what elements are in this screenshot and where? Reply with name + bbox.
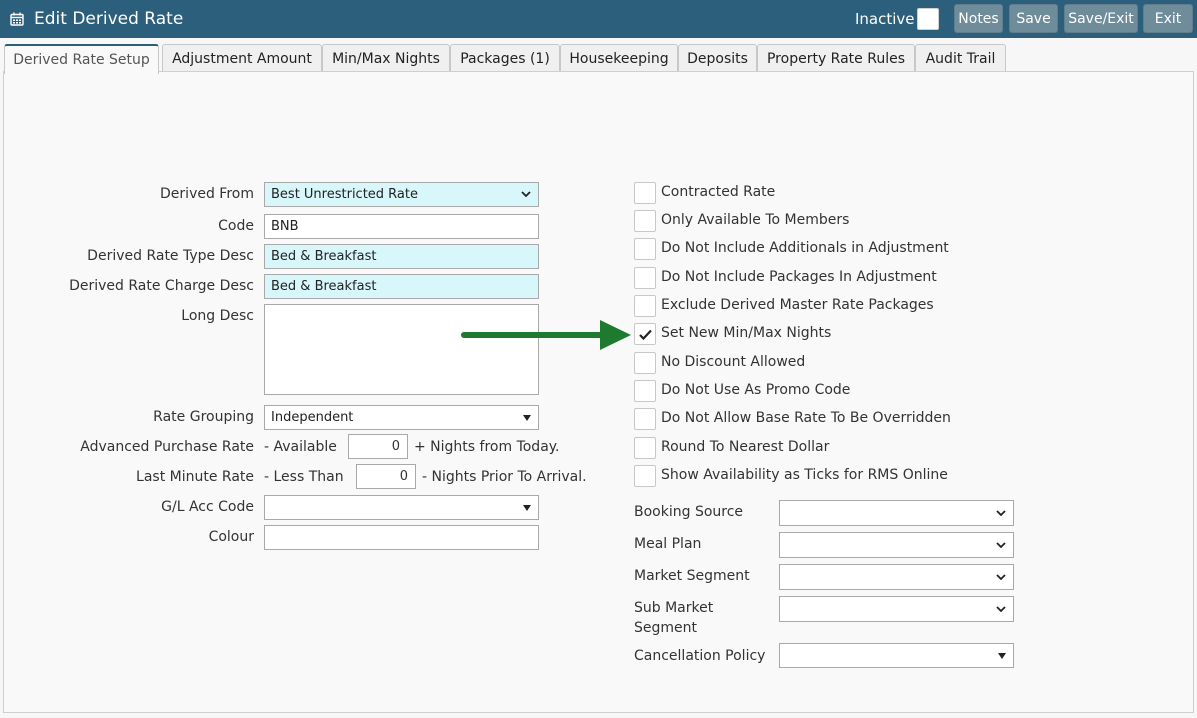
derived-from-label: Derived From — [160, 186, 254, 202]
chevron-down-icon — [996, 574, 1006, 581]
chevron-down-icon — [996, 542, 1006, 549]
advanced-purchase-label: Advanced Purchase Rate — [80, 439, 254, 455]
tab-property-rate-rules[interactable]: Property Rate Rules — [757, 44, 915, 72]
inactive-checkbox[interactable] — [917, 8, 939, 30]
booking-source-label: Booking Source — [634, 504, 744, 520]
rate-grouping-select[interactable]: Independent — [264, 405, 539, 430]
code-input[interactable]: BNB — [264, 214, 539, 239]
exclude-packages-checkbox[interactable] — [634, 267, 656, 289]
gl-code-select[interactable] — [264, 495, 539, 520]
tab-deposits[interactable]: Deposits — [678, 44, 757, 72]
advanced-purchase-prefix: - Available — [264, 439, 337, 455]
exclude-packages-label: Do Not Include Packages In Adjustment — [661, 269, 937, 285]
save-button[interactable]: Save — [1009, 4, 1058, 33]
page-title: Edit Derived Rate — [34, 9, 184, 29]
members-only-checkbox[interactable] — [634, 210, 656, 232]
market-segment-select[interactable] — [779, 564, 1014, 590]
round-dollar-checkbox[interactable] — [634, 437, 656, 459]
sub-market-segment-label-2: Segment — [634, 620, 697, 636]
long-desc-label: Long Desc — [181, 308, 254, 324]
code-label: Code — [218, 218, 254, 234]
set-min-max-checkbox[interactable] — [634, 323, 656, 345]
title-bar: Edit Derived Rate Inactive Notes Save Sa… — [0, 0, 1197, 38]
derived-from-select[interactable]: Best Unrestricted Rate — [264, 182, 539, 207]
no-promo-code-checkbox[interactable] — [634, 380, 656, 402]
rate-grouping-value: Independent — [271, 410, 354, 425]
exit-button[interactable]: Exit — [1143, 4, 1193, 33]
cancellation-policy-select[interactable] — [779, 643, 1014, 668]
caret-down-icon — [523, 415, 531, 421]
inactive-label: Inactive — [855, 10, 915, 28]
gl-code-label: G/L Acc Code — [161, 499, 254, 515]
last-minute-input[interactable]: 0 — [356, 464, 416, 489]
no-base-override-label: Do Not Allow Base Rate To Be Overridden — [661, 410, 951, 426]
exclude-master-packages-label: Exclude Derived Master Rate Packages — [661, 297, 934, 313]
exclude-additionals-label: Do Not Include Additionals in Adjustment — [661, 240, 949, 256]
contracted-rate-label: Contracted Rate — [661, 184, 776, 200]
rate-grouping-label: Rate Grouping — [153, 409, 254, 425]
chevron-down-icon — [996, 510, 1006, 517]
exclude-additionals-checkbox[interactable] — [634, 238, 656, 260]
no-promo-code-label: Do Not Use As Promo Code — [661, 382, 851, 398]
tab-packages[interactable]: Packages (1) — [450, 44, 560, 72]
last-minute-label: Last Minute Rate — [136, 469, 254, 485]
caret-down-icon — [998, 653, 1006, 659]
save-exit-button[interactable]: Save/Exit — [1064, 4, 1138, 33]
meal-plan-label: Meal Plan — [634, 536, 702, 552]
checkmark-icon — [639, 329, 652, 340]
contracted-rate-checkbox[interactable] — [634, 182, 656, 204]
market-segment-label: Market Segment — [634, 568, 750, 584]
sub-market-segment-select[interactable] — [779, 596, 1014, 622]
tab-housekeeping[interactable]: Housekeeping — [560, 44, 678, 72]
derived-from-value: Best Unrestricted Rate — [271, 187, 418, 202]
charge-desc-label: Derived Rate Charge Desc — [69, 278, 254, 294]
last-minute-suffix: - Nights Prior To Arrival. — [422, 469, 587, 485]
type-desc-label: Derived Rate Type Desc — [87, 248, 254, 264]
availability-ticks-checkbox[interactable] — [634, 465, 656, 487]
calendar-icon — [10, 12, 24, 26]
advanced-purchase-suffix: + Nights from Today. — [414, 439, 560, 455]
type-desc-input[interactable]: Bed & Breakfast — [264, 244, 539, 269]
availability-ticks-label: Show Availability as Ticks for RMS Onlin… — [661, 467, 948, 483]
meal-plan-select[interactable] — [779, 532, 1014, 558]
no-discount-checkbox[interactable] — [634, 352, 656, 374]
tab-min-max-nights[interactable]: Min/Max Nights — [322, 44, 450, 72]
chevron-down-icon — [521, 191, 531, 198]
last-minute-prefix: - Less Than — [264, 469, 344, 485]
caret-down-icon — [523, 505, 531, 511]
set-min-max-label: Set New Min/Max Nights — [661, 325, 832, 341]
colour-input[interactable] — [264, 525, 539, 550]
chevron-down-icon — [996, 606, 1006, 613]
booking-source-select[interactable] — [779, 500, 1014, 526]
colour-label: Colour — [208, 529, 254, 545]
cancellation-policy-label: Cancellation Policy — [634, 648, 766, 664]
annotation-arrow-icon — [461, 320, 631, 350]
advanced-purchase-input[interactable]: 0 — [348, 434, 408, 459]
charge-desc-input[interactable]: Bed & Breakfast — [264, 274, 539, 299]
no-discount-label: No Discount Allowed — [661, 354, 806, 370]
round-dollar-label: Round To Nearest Dollar — [661, 439, 830, 455]
tab-derived-rate-setup[interactable]: Derived Rate Setup — [4, 44, 159, 74]
no-base-override-checkbox[interactable] — [634, 408, 656, 430]
members-only-label: Only Available To Members — [661, 212, 850, 228]
tab-panel — [3, 71, 1194, 713]
tab-adjustment-amount[interactable]: Adjustment Amount — [162, 44, 322, 72]
exclude-master-packages-checkbox[interactable] — [634, 295, 656, 317]
notes-button[interactable]: Notes — [954, 4, 1003, 33]
tab-audit-trail[interactable]: Audit Trail — [915, 44, 1006, 72]
sub-market-segment-label-1: Sub Market — [634, 600, 714, 616]
